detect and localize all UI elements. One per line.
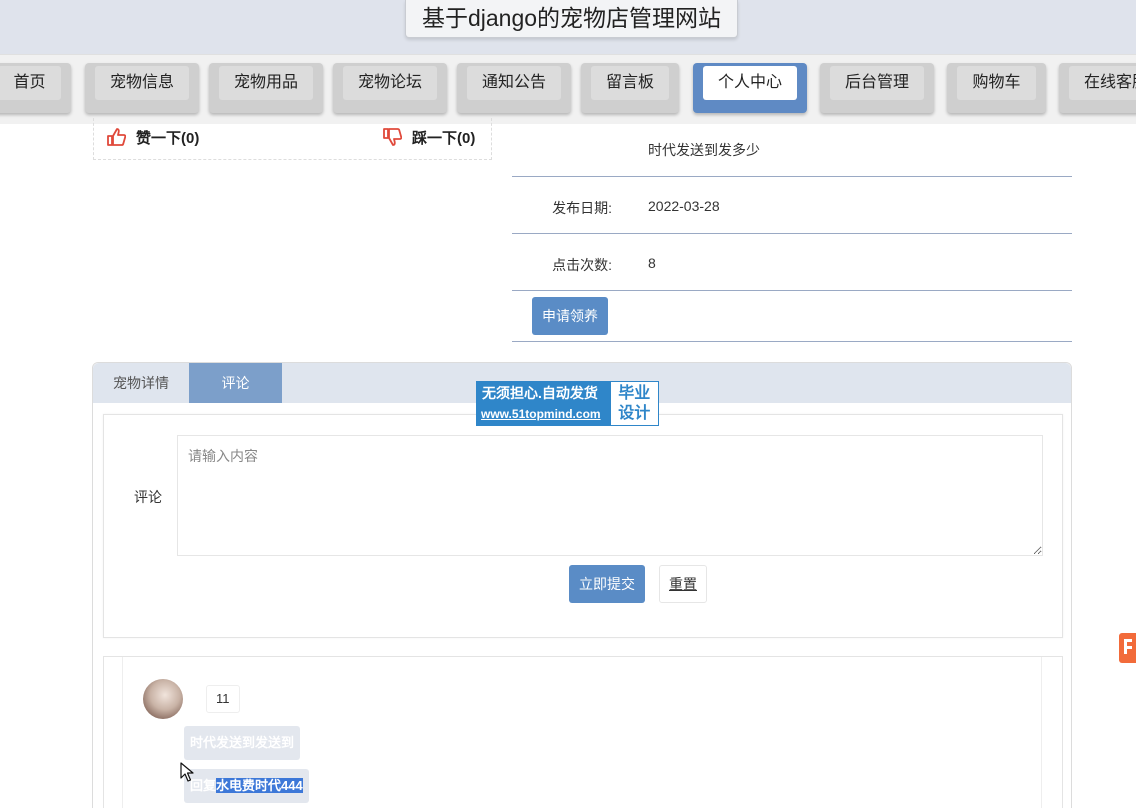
nav-item-label: 通知公告	[467, 66, 561, 100]
nav-item-cart[interactable]: 购物车	[947, 63, 1046, 113]
nav-item-home[interactable]: 首页	[0, 63, 71, 113]
comment-content: 时代发送到发送到	[184, 726, 301, 760]
dislike-button[interactable]: 踩一下(0)	[382, 126, 475, 148]
info-row-clicks: 点击次数: 8	[512, 234, 1072, 291]
thumbs-down-icon	[383, 128, 402, 146]
nav-item-label: 个人中心	[703, 66, 797, 100]
nav-item-label: 留言板	[591, 66, 669, 100]
comment-form: 评论 立即提交 重置	[103, 414, 1063, 638]
nav-item-label: 首页	[0, 66, 61, 100]
publish-date-value: 2022-03-28	[648, 198, 720, 214]
nav-item-message-board[interactable]: 留言板	[581, 63, 679, 113]
nav-item-pet-info[interactable]: 宠物信息	[85, 63, 199, 113]
tab-panel: 宠物详情 评论 评论 立即提交 重置 11 时代发送到发送到 回复水电费时代44…	[92, 362, 1072, 808]
clicks-label: 点击次数:	[552, 257, 612, 273]
like-button[interactable]: 赞一下(0)	[106, 126, 199, 148]
vote-box: 赞一下(0) 踩一下(0)	[93, 118, 492, 160]
comment-item: 11 时代发送到发送到 回复水电费时代444	[122, 657, 1042, 808]
comment-reply: 回复水电费时代444	[184, 769, 309, 803]
header: 基于django的宠物店管理网站	[0, 0, 1136, 54]
nav-item-pet-forum[interactable]: 宠物论坛	[333, 63, 447, 113]
site-title: 基于django的宠物店管理网站	[405, 0, 738, 38]
submit-button[interactable]: 立即提交	[569, 565, 645, 603]
tab-comments[interactable]: 评论	[189, 363, 282, 403]
thumbs-up-icon	[107, 128, 126, 146]
reset-button[interactable]: 重置	[659, 565, 707, 603]
comment-author: 11	[206, 685, 240, 713]
clicks-value: 8	[648, 255, 656, 271]
tab-pet-details[interactable]: 宠物详情	[93, 363, 189, 403]
avatar	[143, 679, 183, 719]
nav-item-personal-center[interactable]: 个人中心	[693, 63, 807, 113]
watermark-line2: www.51topmind.com	[481, 407, 601, 421]
dislike-label: 踩一下(0)	[412, 129, 476, 147]
nav-item-label: 后台管理	[830, 66, 924, 100]
apply-adoption-button[interactable]: 申请领养	[532, 297, 608, 335]
info-row-description: 时代发送到发多少	[512, 124, 1072, 177]
watermark-right-top: 毕业	[618, 385, 651, 402]
pet-description: 时代发送到发多少	[648, 142, 760, 158]
nav-item-label: 宠物用品	[219, 66, 313, 100]
nav-item-admin[interactable]: 后台管理	[820, 63, 934, 113]
nav-item-label: 宠物信息	[95, 66, 189, 100]
watermark-badge: 无须担心.自动发货 www.51topmind.com 毕业 设计	[476, 381, 659, 426]
main-nav: 首页 宠物信息 宠物用品 宠物论坛 通知公告 留言板 个人中心 后台管理 购物车…	[0, 54, 1136, 124]
watermark-right-bottom: 设计	[618, 405, 651, 422]
watermark-text: 无须担心.自动发货 www.51topmind.com	[477, 382, 611, 425]
publish-date-label: 发布日期:	[552, 200, 612, 216]
nav-item-pet-supplies[interactable]: 宠物用品	[209, 63, 323, 113]
nav-item-label: 宠物论坛	[343, 66, 437, 100]
nav-item-notice[interactable]: 通知公告	[457, 63, 571, 113]
comment-input[interactable]	[177, 435, 1043, 556]
nav-item-online-service[interactable]: 在线客服	[1059, 63, 1136, 113]
comment-list: 11 时代发送到发送到 回复水电费时代444	[103, 656, 1063, 808]
page: 基于django的宠物店管理网站 首页 宠物信息 宠物用品 宠物论坛 通知公告 …	[0, 0, 1136, 808]
mouse-cursor-icon	[180, 762, 194, 782]
comment-label: 评论	[134, 489, 162, 505]
info-row-publish-date: 发布日期: 2022-03-28	[512, 177, 1072, 234]
watermark-badge-label: 毕业 设计	[610, 382, 658, 425]
nav-item-label: 在线客服	[1069, 66, 1136, 100]
watermark-line1: 无须担心.自动发货	[482, 385, 598, 401]
nav-item-label: 购物车	[957, 66, 1036, 100]
reply-text: 水电费时代444	[216, 778, 303, 793]
like-label: 赞一下(0)	[136, 129, 200, 147]
info-row-actions: 申请领养	[512, 291, 1072, 342]
edge-widget-icon[interactable]	[1119, 633, 1136, 663]
